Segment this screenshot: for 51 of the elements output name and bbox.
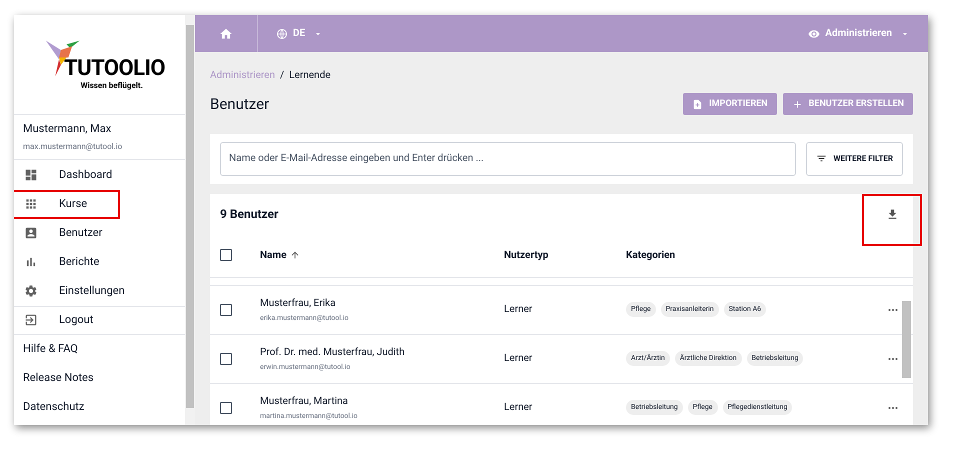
brand-tagline: Wissen beflügelt. [80, 80, 144, 92]
checkbox[interactable] [220, 249, 232, 261]
file-icon [692, 98, 704, 110]
sidebar-item[interactable]: Einstellungen [14, 276, 185, 306]
sidebar-item[interactable]: Berichte [14, 248, 185, 276]
sidebar-item[interactable]: Dashboard [14, 160, 185, 190]
brand-wordmark: TUTOOLIO [64, 58, 165, 80]
sidebar-link[interactable]: Hilfe & FAQ [14, 334, 185, 364]
checkbox[interactable] [220, 352, 232, 364]
language-code: DE [293, 27, 306, 41]
home-icon [219, 26, 233, 40]
sidebar-item[interactable]: Benutzer [14, 218, 185, 248]
column-header[interactable]: Kategorien [626, 248, 873, 262]
logout-icon [24, 313, 38, 327]
search-field[interactable]: Name oder E-Mail-Adresse eingeben und Enter drücken ... [220, 142, 796, 176]
user-name: Mustermann, Max [23, 121, 112, 137]
bar-chart-icon [24, 255, 38, 269]
page-title: Benutzer [210, 94, 270, 115]
scrollbar-thumb[interactable] [902, 300, 911, 378]
checkbox[interactable] [220, 402, 232, 414]
download-button[interactable] [862, 194, 922, 246]
column-header[interactable]: Name [260, 248, 286, 262]
mode-label: Administrieren [825, 27, 892, 41]
dashboard-icon [24, 168, 38, 182]
checkbox[interactable] [220, 304, 232, 316]
scrollbar[interactable] [185, 15, 195, 425]
breadcrumb-current: Lernende [289, 69, 331, 83]
filter-button[interactable]: WEITERE FILTER [806, 142, 903, 176]
globe-icon [276, 28, 288, 40]
user-email: max.mustermann@tutool.io [23, 140, 124, 152]
settings-icon [24, 284, 38, 298]
grid-icon [24, 197, 38, 211]
eye-icon [808, 28, 820, 40]
user-name: Musterfrau, Erika [260, 296, 337, 311]
table-cell-text: Lerner [504, 352, 534, 366]
user-name: Musterfrau, Martina [260, 394, 349, 409]
logout-item[interactable]: Logout [14, 306, 185, 334]
user-count: 9 Benutzer [220, 206, 278, 222]
column-header[interactable]: Nutzertyp [504, 248, 626, 262]
sidebar-link[interactable]: Datenschutz [14, 392, 185, 422]
user-name: Prof. Dr. med. Musterfrau, Judith [260, 346, 406, 360]
person-card-icon [24, 226, 38, 240]
plus-icon [792, 98, 803, 110]
sidebar-item[interactable]: Kurse [14, 190, 185, 218]
filter-icon [816, 153, 828, 164]
table-cell-text: Lerner [504, 401, 534, 415]
table-cell-text: Lerner [504, 303, 534, 317]
sidebar-link[interactable]: Release Notes [14, 364, 185, 392]
download-icon [886, 208, 898, 221]
sort-arrow-icon [290, 250, 300, 260]
breadcrumb-separator: / [280, 69, 284, 83]
